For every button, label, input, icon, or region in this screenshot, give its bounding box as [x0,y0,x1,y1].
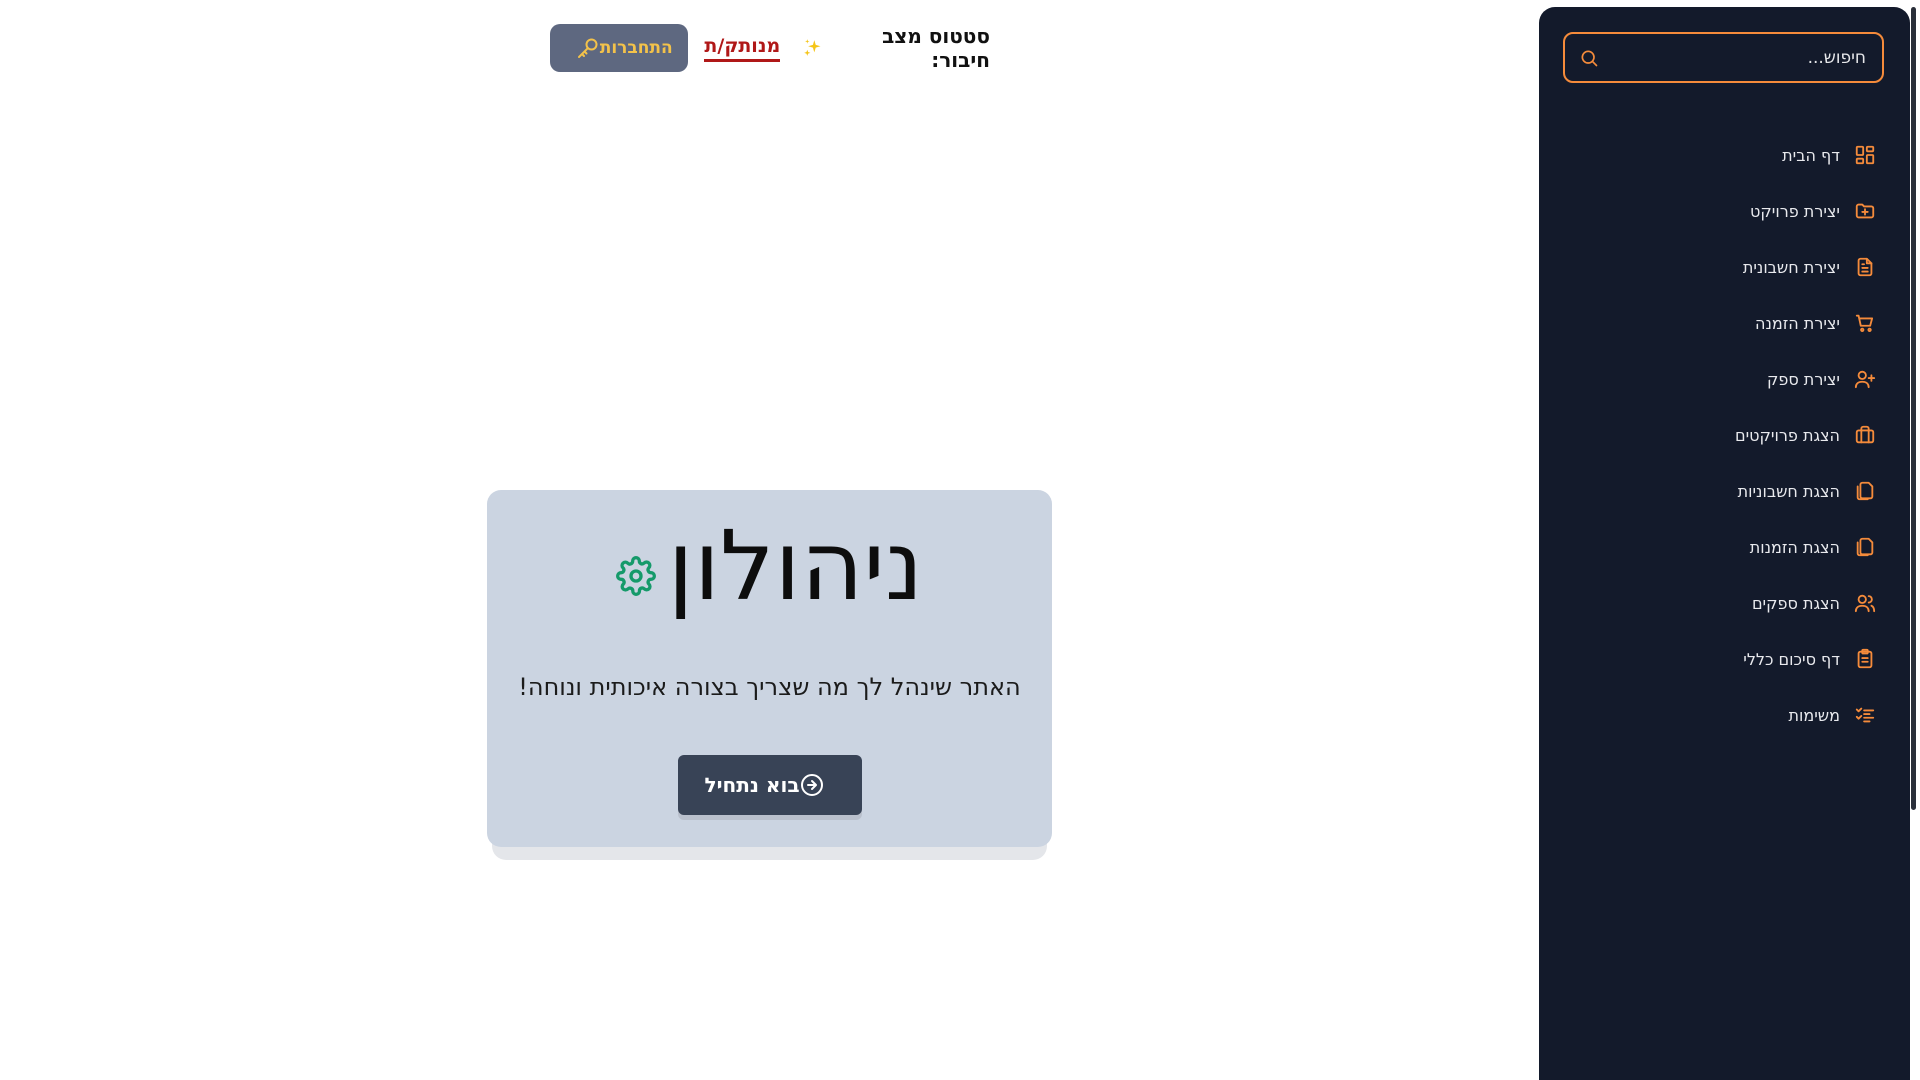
clipboard-icon [1857,648,1873,669]
brand-name: ניהולון [667,510,924,622]
sidebar-item-summary[interactable]: דף סיכום כללי [1539,631,1910,687]
sidebar-item-label: יצירת ספק [1766,369,1840,389]
connection-status-title: סטטוס מצב חיבור: [796,24,990,72]
arrow-circle-right-icon [800,774,823,796]
sidebar-item-show-orders[interactable]: הצגת הזמנות [1539,519,1910,575]
folder-plus-icon [1855,203,1875,219]
get-started-button[interactable]: בוא נתחיל [678,755,862,815]
page-scrollbar[interactable] [1911,7,1916,810]
status-title-text: סטטוס מצב חיבור: [882,24,990,72]
connection-status-bar: סטטוס מצב חיבור: מנותק/ת התחברות [550,23,990,73]
brand-header: ניהולון [487,510,1052,622]
copy-icon [1856,481,1874,501]
sidebar-item-label: יצירת פרויקט [1750,201,1840,221]
sidebar-item-tasks[interactable]: משימות [1539,687,1910,743]
tagline: האתר שינהל לך מה שצריך בצורה איכותית ונו… [518,673,1021,701]
search-icon [1581,50,1598,66]
grid-icon [1855,145,1875,165]
list-check-icon [1855,707,1875,723]
sidebar-item-label: יצירת הזמנה [1755,313,1840,333]
file-text-icon [1857,257,1873,277]
search-box [1563,32,1884,83]
sidebar-item-label: דף סיכום כללי [1743,649,1840,669]
sidebar-item-show-projects[interactable]: הצגת פרויקטים [1539,407,1910,463]
sparkles-icon [804,39,821,56]
sidebar-item-label: משימות [1788,705,1840,725]
sidebar: דף הבית יצירת פרויקט יצירת חשבונית יצירת… [1539,7,1910,1080]
sidebar-item-label: הצגת חשבוניות [1737,481,1840,501]
login-label: התחברות [599,38,673,58]
gear-icon [615,556,656,596]
sidebar-item-label: דף הבית [1782,145,1840,165]
sidebar-item-home[interactable]: דף הבית [1539,127,1910,183]
sidebar-item-create-project[interactable]: יצירת פרויקט [1539,183,1910,239]
sidebar-item-create-invoice[interactable]: יצירת חשבונית [1539,239,1910,295]
sidebar-item-label: הצגת ספקים [1751,593,1840,613]
sidebar-nav: דף הבית יצירת פרויקט יצירת חשבונית יצירת… [1539,127,1910,743]
status-disconnected-link[interactable]: מנותק/ת [704,35,781,62]
welcome-card: ניהולון האתר שינהל לך מה שצריך בצורה איכ… [487,490,1052,847]
login-button[interactable]: התחברות [550,24,689,72]
sidebar-item-create-supplier[interactable]: יצירת ספק [1539,351,1910,407]
copy-icon [1856,537,1874,557]
search-input[interactable] [1599,47,1882,68]
briefcase-icon [1855,425,1875,444]
get-started-label: בוא נתחיל [704,773,800,797]
sidebar-item-label: הצגת פרויקטים [1734,425,1840,445]
sidebar-item-label: הצגת הזמנות [1749,537,1840,557]
user-plus-icon [1854,370,1876,389]
users-icon [1854,594,1876,613]
sidebar-item-show-invoices[interactable]: הצגת חשבוניות [1539,463,1910,519]
key-icon [577,38,598,58]
cart-icon [1855,314,1874,332]
sidebar-item-label: יצירת חשבונית [1742,257,1840,277]
sidebar-item-create-order[interactable]: יצירת הזמנה [1539,295,1910,351]
sidebar-item-show-suppliers[interactable]: הצגת ספקים [1539,575,1910,631]
